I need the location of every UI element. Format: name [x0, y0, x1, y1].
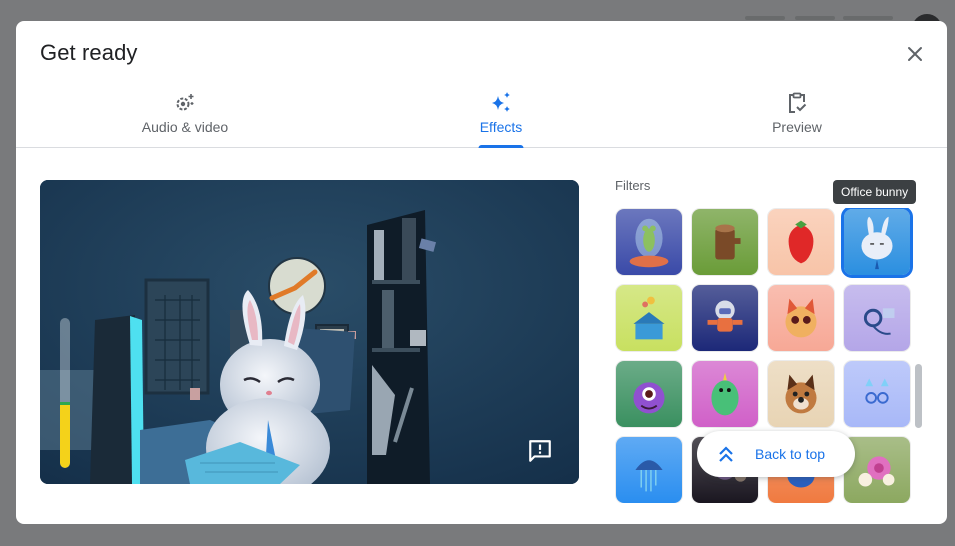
tab-audio-video[interactable]: Audio & video: [85, 83, 285, 148]
audio-level-fill: [60, 405, 70, 468]
filter-tile-dinosaur[interactable]: [691, 360, 759, 428]
clipboard-check-icon: [789, 92, 807, 113]
gear-sparkle-icon: [176, 94, 194, 111]
audio-level-meter: [60, 318, 70, 468]
background-text: [795, 16, 835, 20]
filter-tile-dog[interactable]: [767, 360, 835, 428]
feedback-icon: [529, 440, 551, 462]
filter-tile-cat[interactable]: [767, 284, 835, 352]
video-preview: [40, 180, 579, 484]
back-to-top-button[interactable]: Back to top: [697, 431, 855, 477]
dialog-title: Get ready: [40, 40, 138, 65]
tab-label: Preview: [772, 119, 822, 135]
tab-label: Audio & video: [141, 119, 229, 135]
tab-bar: Audio & video Effects Preview: [16, 83, 947, 148]
filter-thumbnail: [616, 209, 682, 275]
audio-level-peak: [60, 402, 70, 405]
filter-thumbnail: [844, 209, 910, 275]
filter-tile-jellyfish[interactable]: [615, 436, 683, 503]
filter-tile-alien-in-dome[interactable]: [615, 208, 683, 276]
close-button[interactable]: [900, 39, 930, 69]
filter-tile-astronaut[interactable]: [691, 284, 759, 352]
double-chevron-up-icon: [719, 446, 733, 462]
filter-tile-monster[interactable]: [615, 360, 683, 428]
tab-label: Effects: [479, 119, 523, 135]
filters-heading: Filters: [615, 178, 651, 193]
feedback-button[interactable]: [527, 438, 553, 464]
filter-tile-circus-tent[interactable]: [615, 284, 683, 352]
tab-effects[interactable]: Effects: [401, 83, 601, 148]
background-text: [843, 16, 893, 20]
sparkle-icon: [492, 92, 510, 112]
filter-tooltip: Office bunny: [833, 180, 917, 204]
filter-tile-strawberry[interactable]: [767, 208, 835, 276]
tab-preview[interactable]: Preview: [697, 83, 897, 148]
active-tab-indicator: [478, 145, 524, 148]
filter-thumbnail: [768, 285, 834, 351]
close-icon: [908, 47, 922, 61]
filter-thumbnail: [692, 209, 758, 275]
filter-tile-headset[interactable]: [843, 284, 911, 352]
filter-thumbnail: [616, 437, 682, 503]
background-text: [745, 16, 785, 20]
office-bunny-scene: [40, 180, 579, 484]
filter-thumbnail: [692, 361, 758, 427]
filter-thumbnail: [616, 361, 682, 427]
back-to-top-label: Back to top: [755, 446, 826, 462]
filter-thumbnail: [616, 285, 682, 351]
filter-tile-cat-glasses[interactable]: [843, 360, 911, 428]
filter-tile-tree-stump[interactable]: [691, 208, 759, 276]
filter-thumbnail: [844, 285, 910, 351]
filter-thumbnail: [692, 285, 758, 351]
filters-scrollbar[interactable]: [915, 364, 922, 428]
get-ready-dialog: Get ready Audio & video Effects Preview …: [16, 21, 947, 524]
filter-thumbnail: [768, 209, 834, 275]
filter-thumbnail: [844, 361, 910, 427]
filter-tile-office-bunny[interactable]: [841, 208, 913, 278]
filter-thumbnail: [768, 361, 834, 427]
